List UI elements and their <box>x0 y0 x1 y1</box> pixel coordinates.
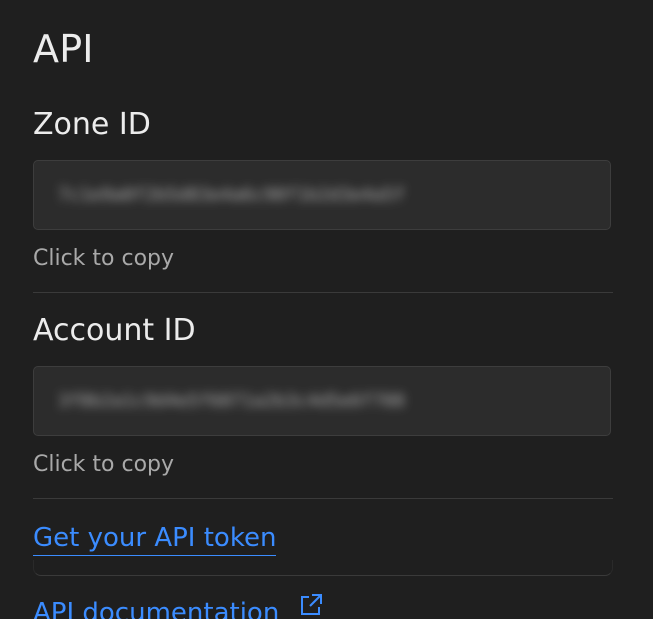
zone-id-value: 7c1e9a0f2b5d83e4a6c90f1b2d3e4a5f <box>58 184 405 206</box>
divider <box>33 292 613 293</box>
api-documentation-label: API documentation <box>33 597 280 619</box>
card-edge <box>33 560 613 576</box>
external-link-icon <box>298 592 324 619</box>
account-id-label: Account ID <box>33 313 196 348</box>
account-id-value: 3f8b2a1c9d4e5f6071a2b3c4d5e6f708 <box>58 390 405 412</box>
divider <box>33 498 613 499</box>
zone-id-field[interactable]: 7c1e9a0f2b5d83e4a6c90f1b2d3e4a5f <box>33 160 611 230</box>
get-api-token-link[interactable]: Get your API token <box>33 522 277 556</box>
api-panel: API Zone ID 7c1e9a0f2b5d83e4a6c90f1b2d3e… <box>0 0 653 619</box>
zone-id-copy-hint[interactable]: Click to copy <box>33 245 174 273</box>
panel-title: API <box>33 27 94 71</box>
account-id-copy-hint[interactable]: Click to copy <box>33 451 174 479</box>
api-documentation-link[interactable]: API documentation <box>33 594 324 619</box>
account-id-field[interactable]: 3f8b2a1c9d4e5f6071a2b3c4d5e6f708 <box>33 366 611 436</box>
zone-id-label: Zone ID <box>33 107 151 142</box>
